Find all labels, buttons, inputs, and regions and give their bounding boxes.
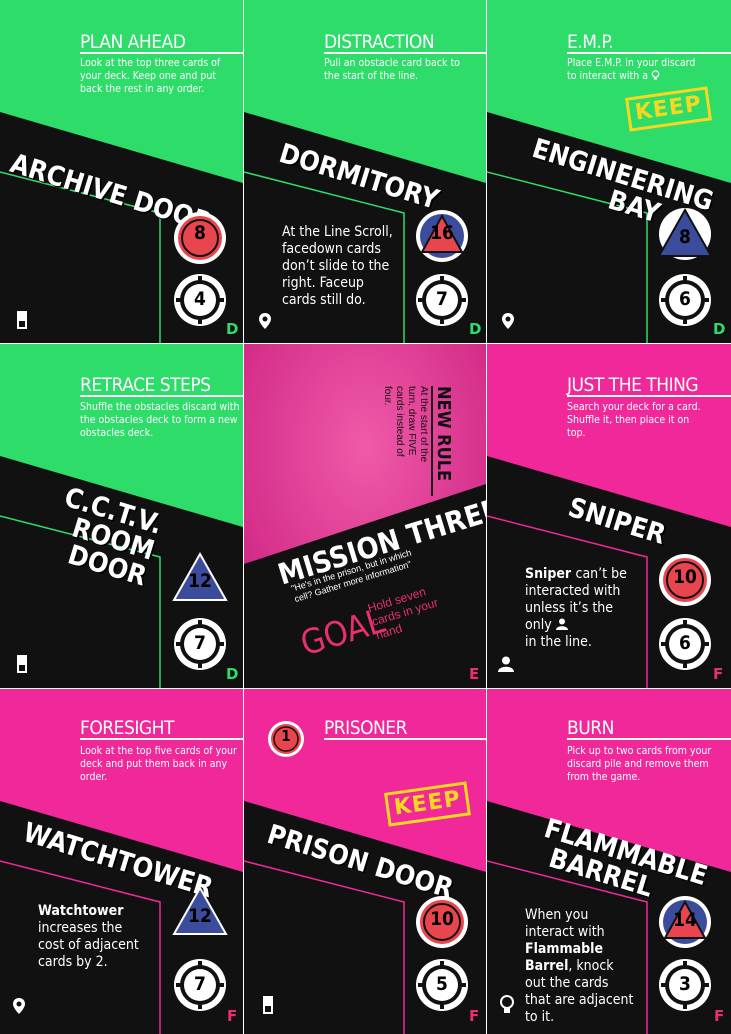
card-title: JUST THE THING: [567, 374, 699, 396]
set-letter: E: [469, 665, 480, 683]
card-description: Shuffle the obstacles discard with the o…: [80, 401, 240, 439]
title-underline: [567, 738, 731, 740]
set-letter: D: [226, 320, 239, 338]
door-icon: [17, 655, 27, 673]
title-underline: [567, 52, 731, 54]
new-rule-text: At the start of the turn, draw FIVE card…: [382, 386, 429, 463]
rule-text: When you interact with Flammable Barrel,…: [525, 907, 637, 1026]
rule-pre: When you interact with: [525, 907, 605, 940]
card-description: Pick up to two cards from your discard p…: [567, 745, 712, 783]
card-title: DISTRACTION: [324, 31, 435, 53]
card-title: PLAN AHEAD: [80, 31, 186, 53]
card-title: FORESIGHT: [80, 717, 174, 739]
set-letter: F: [714, 1007, 725, 1025]
new-rule-title: NEW RULE: [431, 386, 454, 496]
location-pin-icon: [259, 313, 271, 329]
card-sniper[interactable]: JUST THE THING Search your deck for a ca…: [487, 344, 731, 688]
door-icon: [17, 311, 27, 329]
card-description: Place E.M.P. in your discard to interact…: [567, 57, 696, 82]
card-archive-door[interactable]: PLAN AHEAD Look at the top three cards o…: [0, 0, 243, 343]
set-letter: D: [713, 320, 726, 338]
set-letter: F: [469, 1007, 480, 1025]
door-icon: [263, 996, 273, 1014]
card-cctv-room-door[interactable]: RETRACE STEPS Shuffle the obstacles disc…: [0, 344, 243, 688]
person-icon: [556, 618, 569, 630]
card-prison-door[interactable]: 1 PRISONER KEEP PRISON DOOR 10 5 F: [244, 689, 486, 1034]
new-rule-block: NEW RULE At the start of the turn, draw …: [334, 386, 454, 496]
set-letter: F: [713, 665, 724, 683]
card-title: E.M.P.: [567, 31, 614, 53]
card-title: RETRACE STEPS: [80, 374, 211, 396]
title-underline: [80, 395, 243, 397]
rule-bold: Watchtower: [38, 903, 124, 919]
title-underline: [80, 738, 243, 740]
title-underline: [324, 738, 486, 740]
card-watchtower[interactable]: FORESIGHT Look at the top five cards of …: [0, 689, 243, 1034]
rule-text: At the Line Scroll, facedown cards don’t…: [282, 224, 393, 308]
card-description: Look at the top five cards of your deck …: [80, 745, 237, 783]
card-engineering-bay[interactable]: E.M.P. Place E.M.P. in your discard to i…: [487, 0, 731, 343]
card-description: Pull an obstacle card back to the start …: [324, 57, 460, 82]
title-underline: [324, 52, 486, 54]
rule-body: increases the cost of adjacent cards by …: [38, 920, 139, 970]
lightbulb-icon: [500, 995, 514, 1013]
set-letter: D: [469, 320, 482, 338]
set-letter: D: [226, 665, 239, 683]
location-pin-icon: [13, 998, 25, 1014]
card-dormitory[interactable]: DISTRACTION Pull an obstacle card back t…: [244, 0, 486, 343]
card-flammable-barrel[interactable]: BURN Pick up to two cards from your disc…: [487, 689, 731, 1034]
card-description: Search your deck for a card. Shuffle it,…: [567, 401, 701, 439]
rule-end: in the line.: [525, 634, 592, 650]
location-pin-icon: [502, 313, 514, 329]
rule-text: Sniper can’t be interacted with unless i…: [525, 566, 635, 651]
title-underline: [80, 52, 243, 54]
person-icon: [498, 656, 514, 672]
set-letter: F: [227, 1007, 238, 1025]
lightbulb-icon: [651, 70, 660, 80]
card-title: PRISONER: [324, 717, 407, 739]
card-sheet: PLAN AHEAD Look at the top three cards o…: [0, 0, 731, 1034]
title-underline: [567, 395, 731, 397]
card-mission-three[interactable]: NEW RULE At the start of the turn, draw …: [244, 344, 486, 688]
card-title: BURN: [567, 717, 614, 739]
rule-text: Watchtower increases the cost of adjacent…: [38, 903, 148, 971]
rule-bold: Sniper: [525, 566, 572, 582]
card-description: Look at the top three cards of your deck…: [80, 57, 221, 95]
